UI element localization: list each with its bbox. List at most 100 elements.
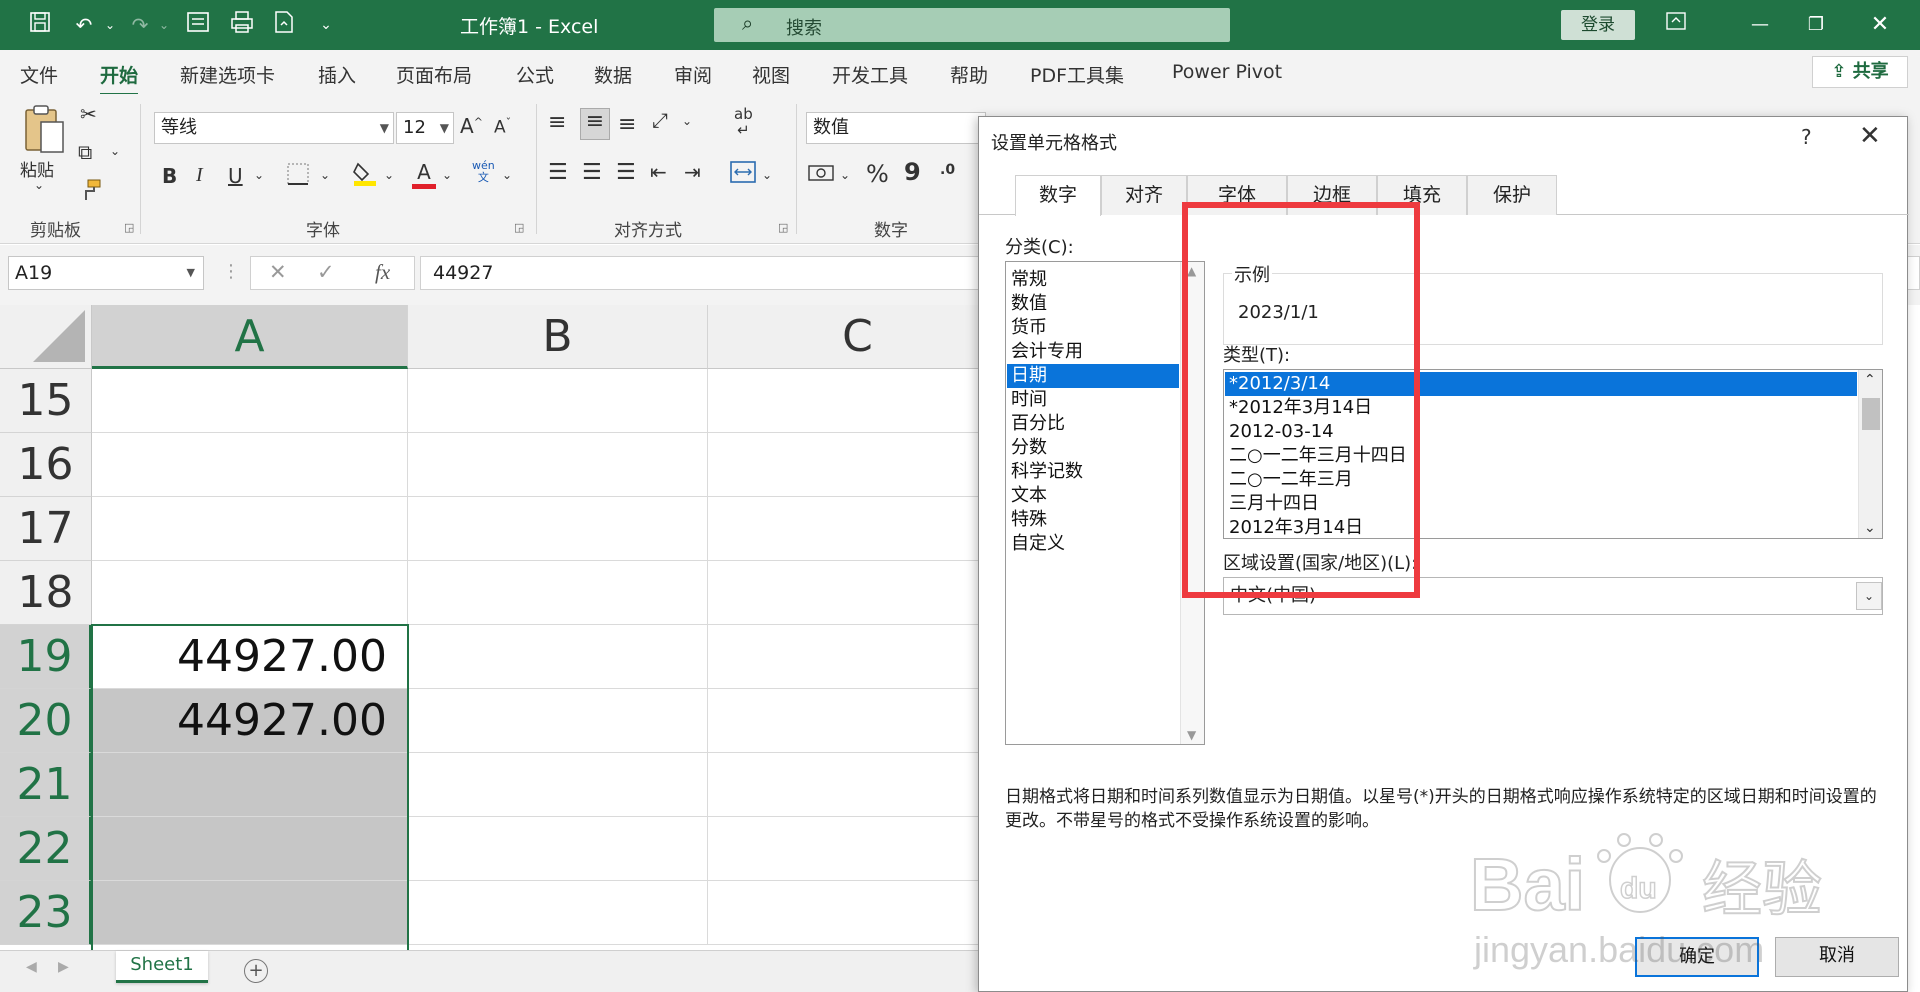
font-launcher-icon[interactable]: ◲: [514, 221, 524, 234]
border-icon[interactable]: [286, 162, 310, 191]
category-item[interactable]: 常规: [1007, 268, 1179, 292]
ok-button[interactable]: 确定: [1635, 937, 1759, 977]
restore-icon[interactable]: ❐: [1796, 8, 1836, 42]
tab-review[interactable]: 审阅: [674, 61, 712, 88]
cell-c20[interactable]: [708, 689, 980, 753]
tab-home[interactable]: 开始: [100, 61, 139, 96]
cell-c15[interactable]: [708, 369, 980, 433]
tab-new[interactable]: 新建选项卡: [180, 61, 275, 88]
cell-b22[interactable]: [408, 817, 708, 881]
category-item-selected[interactable]: 日期: [1007, 364, 1179, 388]
phonetic-dropdown-icon[interactable]: ⌄: [502, 168, 512, 182]
cell-c16[interactable]: [708, 433, 980, 497]
search-box[interactable]: ⌕ 搜索: [714, 8, 1230, 42]
row-header[interactable]: 20: [0, 689, 92, 753]
drag-handle-icon[interactable]: ⋮: [222, 261, 240, 282]
cell-a17[interactable]: [92, 497, 408, 561]
cell-c17[interactable]: [708, 497, 980, 561]
cell-a20[interactable]: 44927.00: [92, 689, 408, 753]
border-dropdown-icon[interactable]: ⌄: [320, 168, 330, 182]
accounting-dropdown-icon[interactable]: ⌄: [840, 168, 850, 182]
column-header-c[interactable]: C: [708, 305, 980, 369]
italic-button[interactable]: I: [196, 164, 203, 187]
category-item[interactable]: 货币: [1007, 316, 1179, 340]
name-box[interactable]: A19 ▼: [8, 256, 204, 290]
paste-dropdown-icon[interactable]: ⌄: [34, 178, 44, 192]
save-icon[interactable]: [26, 11, 54, 39]
tab-data[interactable]: 数据: [594, 61, 632, 88]
cell-b23[interactable]: [408, 881, 708, 945]
font-color-dropdown-icon[interactable]: ⌄: [442, 168, 452, 182]
category-item[interactable]: 科学记数: [1007, 460, 1179, 484]
category-item[interactable]: 时间: [1007, 388, 1179, 412]
orientation-dropdown-icon[interactable]: ⌄: [682, 114, 692, 128]
row-header[interactable]: 15: [0, 369, 92, 433]
confirm-entry-icon[interactable]: ✓: [317, 260, 335, 284]
align-left-icon[interactable]: ☰: [548, 160, 568, 185]
tab-font[interactable]: 字体: [1187, 175, 1287, 215]
tab-border[interactable]: 边框: [1287, 175, 1377, 215]
row-header[interactable]: 18: [0, 561, 92, 625]
category-scrollbar[interactable]: ▲ ▼: [1180, 262, 1204, 744]
tab-alignment[interactable]: 对齐: [1101, 175, 1187, 215]
undo-dropdown-icon[interactable]: ⌄: [96, 11, 124, 39]
scroll-down-icon[interactable]: ▼: [1187, 728, 1196, 742]
category-item[interactable]: 文本: [1007, 484, 1179, 508]
tab-view[interactable]: 视图: [752, 61, 790, 88]
accounting-format-icon[interactable]: [808, 162, 834, 191]
form-icon[interactable]: [184, 11, 212, 39]
cell-b19[interactable]: [408, 625, 708, 689]
cancel-button[interactable]: 取消: [1775, 937, 1899, 977]
chevron-down-icon[interactable]: ⌄: [1856, 582, 1882, 610]
align-bottom-icon[interactable]: ≡: [618, 112, 636, 137]
cut-icon[interactable]: ✂: [80, 102, 97, 126]
wrap-text-icon[interactable]: ab ↵: [734, 106, 753, 138]
share-button[interactable]: ⇪ 共享: [1812, 56, 1908, 88]
fill-color-icon[interactable]: [352, 160, 378, 191]
cell-b16[interactable]: [408, 433, 708, 497]
select-all-button[interactable]: [0, 305, 92, 369]
cell-a21[interactable]: [92, 753, 408, 817]
type-item-selected[interactable]: *2012/3/14: [1225, 372, 1857, 396]
increase-font-icon[interactable]: A^: [460, 114, 483, 138]
cell-c18[interactable]: [708, 561, 980, 625]
customize-toolbar-icon[interactable]: ⌄: [312, 11, 340, 39]
type-item[interactable]: 二○一二年三月十四日: [1225, 444, 1857, 468]
category-item[interactable]: 数值: [1007, 292, 1179, 316]
row-header[interactable]: 22: [0, 817, 92, 881]
tab-fill[interactable]: 填充: [1377, 175, 1467, 215]
category-list[interactable]: 常规 数值 货币 会计专用 日期 时间 百分比 分数 科学记数 文本 特殊 自定…: [1005, 261, 1205, 745]
cell-a22[interactable]: [92, 817, 408, 881]
tab-page-layout[interactable]: 页面布局: [396, 61, 472, 88]
copy-icon[interactable]: ⧉: [78, 140, 92, 164]
tab-insert[interactable]: 插入: [318, 61, 356, 88]
cell-c21[interactable]: [708, 753, 980, 817]
insert-function-icon[interactable]: fx: [375, 260, 390, 285]
cell-b17[interactable]: [408, 497, 708, 561]
tab-number[interactable]: 数字: [1015, 175, 1101, 216]
category-item[interactable]: 百分比: [1007, 412, 1179, 436]
column-header-b[interactable]: B: [408, 305, 708, 369]
bold-button[interactable]: B: [162, 164, 177, 188]
increase-decimal-button[interactable]: .0: [940, 162, 955, 178]
ribbon-display-icon[interactable]: [1656, 8, 1696, 42]
close-icon[interactable]: ✕: [1859, 121, 1881, 151]
align-middle-icon[interactable]: ≡: [580, 108, 610, 140]
font-name-combo[interactable]: 等线 ▼: [154, 112, 394, 144]
help-button[interactable]: ?: [1801, 125, 1812, 149]
scroll-up-icon[interactable]: ⌃: [1864, 372, 1876, 388]
undo-icon[interactable]: ↶: [70, 11, 98, 39]
tab-help[interactable]: 帮助: [950, 61, 988, 88]
row-header[interactable]: 16: [0, 433, 92, 497]
merge-center-icon[interactable]: [730, 160, 756, 189]
type-item[interactable]: 2012年3月14日: [1225, 516, 1857, 538]
category-item[interactable]: 自定义: [1007, 532, 1179, 556]
tab-protection[interactable]: 保护: [1467, 175, 1557, 215]
add-sheet-icon[interactable]: +: [244, 959, 268, 983]
scroll-thumb[interactable]: [1862, 398, 1880, 430]
cell-c19[interactable]: [708, 625, 980, 689]
cell-a18[interactable]: [92, 561, 408, 625]
scroll-down-icon[interactable]: ⌄: [1864, 520, 1876, 536]
cancel-entry-icon[interactable]: ✕: [269, 260, 287, 284]
copy-dropdown-icon[interactable]: ⌄: [110, 144, 120, 158]
